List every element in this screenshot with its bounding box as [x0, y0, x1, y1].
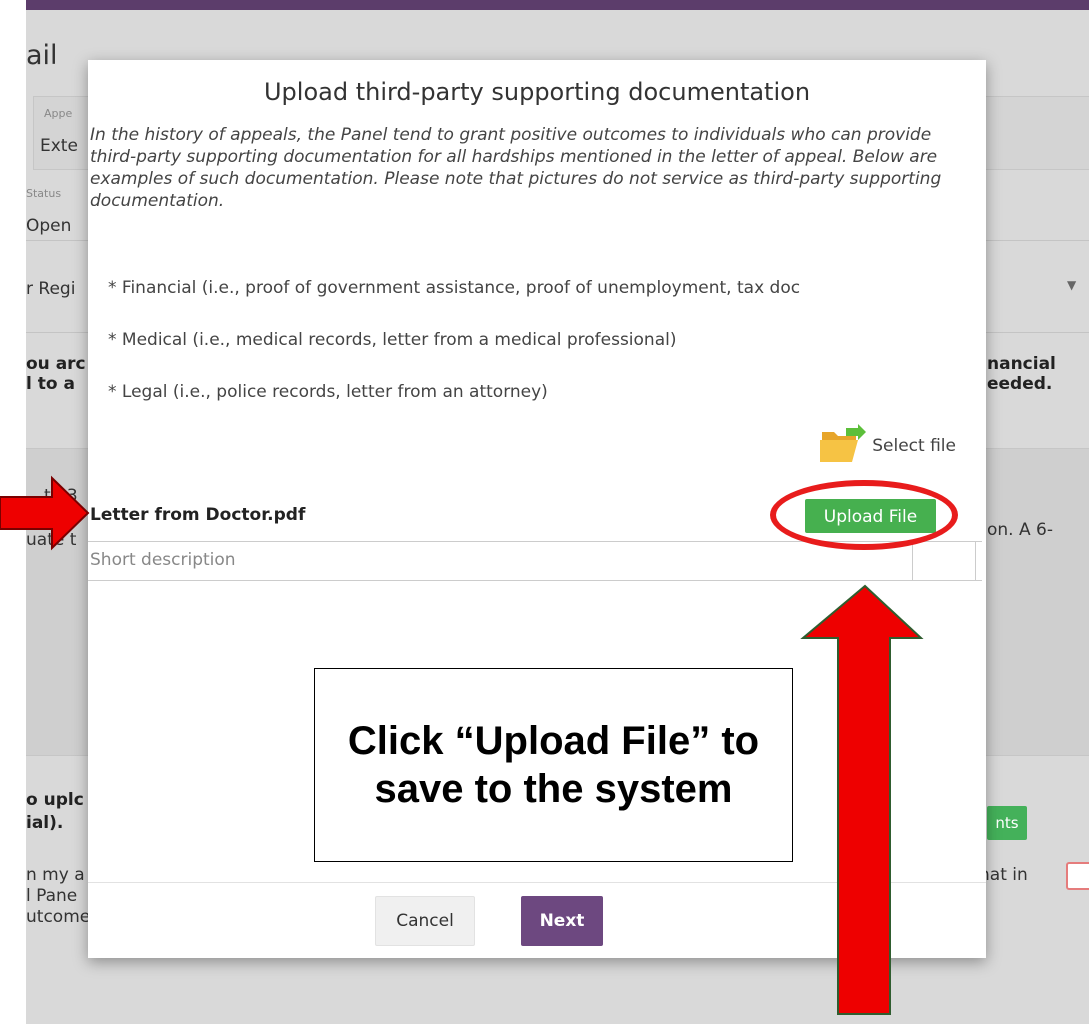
- up-arrow-icon: [800, 584, 924, 1015]
- right-arrow-icon: [0, 475, 90, 551]
- annotation-overlay: [0, 475, 924, 1015]
